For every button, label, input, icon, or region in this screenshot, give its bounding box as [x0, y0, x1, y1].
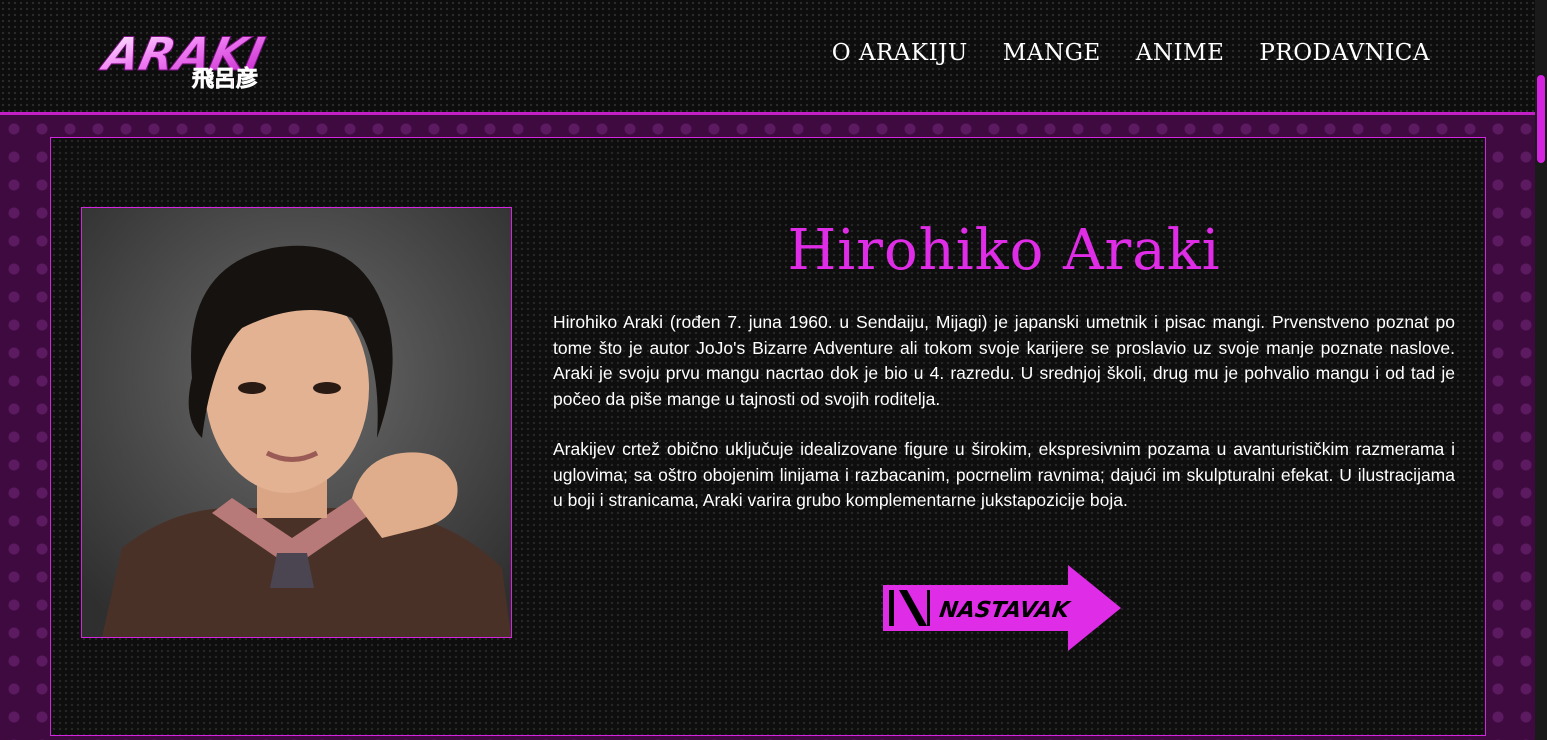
nastavak-button[interactable]: NASTAVAK	[883, 565, 1123, 651]
logo-kanji: 飛呂彦	[192, 66, 258, 92]
scrollbar[interactable]	[1535, 0, 1547, 740]
scroll-thumb[interactable]	[1537, 75, 1545, 163]
araki-logo[interactable]: ARAKI 飛呂彦	[94, 18, 279, 93]
content-panel: Hirohiko Araki Hirohiko Araki (rođen 7. …	[50, 137, 1486, 736]
nav-prodavnica[interactable]: PRODAVNICA	[1259, 40, 1430, 66]
bio-text: Hirohiko Araki (rođen 7. juna 1960. u Se…	[553, 310, 1455, 539]
bio-paragraph-2: Arakijev crtež obično uključuje idealizo…	[553, 439, 1455, 510]
araki-portrait	[81, 207, 512, 638]
page-title: Hirohiko Araki	[787, 218, 1221, 283]
site-header: ARAKI 飛呂彦 O ARAKIJU MANGE ANIME PRODAVNI…	[0, 0, 1535, 115]
bio-paragraph-1: Hirohiko Araki (rođen 7. juna 1960. u Se…	[553, 312, 1455, 409]
nav-anime[interactable]: ANIME	[1136, 40, 1225, 66]
main-nav: O ARAKIJU MANGE ANIME PRODAVNICA	[832, 40, 1430, 66]
nav-o-arakiju[interactable]: O ARAKIJU	[832, 40, 968, 66]
nastavak-label: NASTAVAK	[938, 597, 1073, 623]
nav-mange[interactable]: MANGE	[1003, 40, 1101, 66]
